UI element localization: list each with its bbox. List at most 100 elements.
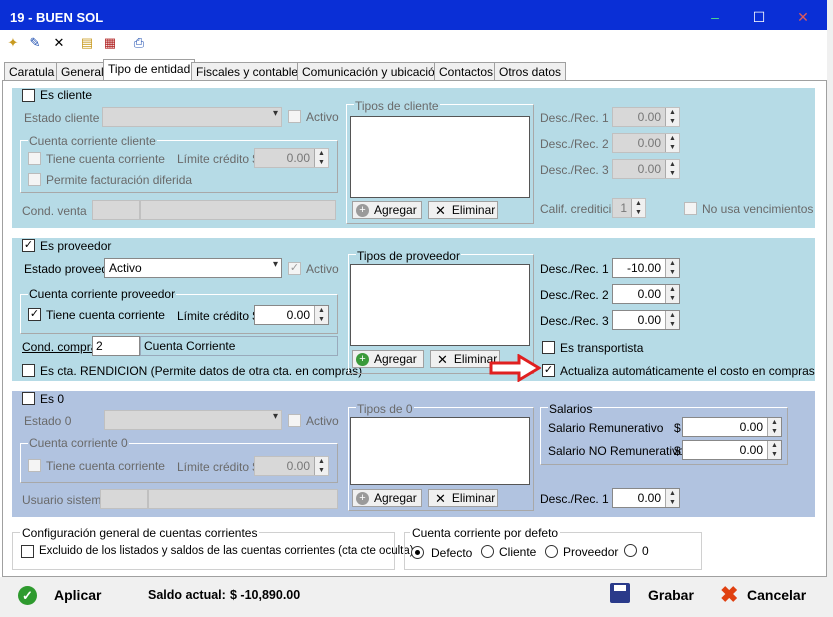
cond-compra-input[interactable]: 2	[92, 336, 140, 356]
proveedor-desc1-input[interactable]: -10.00 ▲ ▼	[612, 258, 680, 278]
new-icon[interactable]: ✦	[4, 34, 22, 52]
cliente-desc1-label: Desc./Rec. 1	[540, 111, 609, 125]
proveedor-limite-input[interactable]: 0.00 ▲ ▼	[254, 305, 329, 325]
proveedor-tiene-cc-label: Tiene cuenta corriente	[46, 308, 165, 322]
cliente-agregar-button[interactable]: + Agregar	[352, 201, 422, 219]
tab-fiscales[interactable]: Fiscales y contables	[191, 62, 310, 80]
tipos-proveedor-label: Tipos de proveedor	[356, 249, 461, 263]
cero-eliminar-button[interactable]: ✕ Eliminar	[428, 489, 498, 507]
cond-compra-link[interactable]: Cond. compra	[22, 340, 97, 354]
footer-bar	[0, 577, 827, 617]
toolbar: ✦ ✎ ✕ ▤ ▦ ⎙	[0, 30, 827, 56]
cliente-tiene-cc-checkbox[interactable]	[28, 152, 41, 165]
grabar-button[interactable]: Grabar	[648, 587, 694, 603]
cero-tiene-cc-checkbox[interactable]	[28, 459, 41, 472]
es-cero-checkbox[interactable]	[22, 392, 35, 405]
cero-cc-group-label: Cuenta corriente 0	[28, 436, 129, 450]
save-icon[interactable]	[610, 583, 630, 603]
permite-facturacion-label: Permite facturación diferida	[46, 173, 193, 187]
proveedor-desc1-label: Desc./Rec. 1	[540, 262, 609, 276]
minimize-button[interactable]: –	[700, 6, 730, 28]
cliente-desc2-label: Desc./Rec. 2	[540, 137, 609, 151]
cond-venta-input[interactable]	[92, 200, 140, 220]
calif-crediticia-input[interactable]: 1 ▲ ▼	[612, 198, 646, 218]
cond-venta-desc	[140, 200, 336, 220]
cero-desc1-label: Desc./Rec. 1	[540, 492, 609, 506]
estado-cero-label: Estado 0	[24, 414, 72, 428]
cero-desc1-input[interactable]: 0.00 ▲ ▼	[612, 488, 680, 508]
cancel-icon[interactable]: ✖	[720, 582, 738, 608]
tab-tipo-entidad[interactable]: Tipo de entidad	[103, 59, 196, 81]
maximize-button[interactable]: ☐	[744, 6, 774, 28]
radio-cero[interactable]	[624, 544, 637, 557]
tipos-cero-list[interactable]	[350, 417, 530, 485]
print-preview-icon[interactable]: ⎙	[130, 34, 148, 52]
proveedor-limite-label: Límite crédito $	[177, 309, 260, 323]
edit-icon[interactable]: ✎	[26, 34, 44, 52]
cliente-desc1-input[interactable]: 0.00 ▲ ▼	[612, 107, 680, 127]
salario-rem-input[interactable]: 0.00 ▲ ▼	[682, 417, 782, 437]
proveedor-tiene-cc-checkbox[interactable]: ✓	[28, 308, 41, 321]
tab-comunicacion[interactable]: Comunicación y ubicación	[297, 62, 447, 80]
es-cliente-checkbox[interactable]	[22, 89, 35, 102]
salario-rem-currency: $	[674, 421, 681, 435]
estado-cero-select[interactable]: ▾	[104, 410, 282, 430]
tab-otros-datos[interactable]: Otros datos	[494, 62, 567, 80]
tab-caratula[interactable]: Caratula	[4, 62, 60, 80]
salario-norem-label: Salario NO Remunerativo	[548, 444, 685, 458]
cancelar-button[interactable]: Cancelar	[747, 587, 806, 603]
es-proveedor-label: Es proveedor	[40, 239, 112, 253]
red-arrow-icon	[489, 354, 541, 382]
report-icon[interactable]: ▦	[101, 34, 119, 52]
es-rendicion-checkbox[interactable]	[22, 364, 35, 377]
salario-norem-currency: $	[674, 444, 681, 458]
tipos-proveedor-list[interactable]	[350, 264, 530, 346]
salarios-label: Salarios	[548, 402, 594, 416]
salario-norem-input[interactable]: 0.00 ▲ ▼	[682, 440, 782, 460]
usuario-sistema-desc	[148, 489, 338, 509]
cliente-activo-label: Activo	[306, 110, 339, 124]
cliente-tiene-cc-label: Tiene cuenta corriente	[46, 152, 165, 166]
proveedor-desc3-input[interactable]: 0.00 ▲ ▼	[612, 310, 680, 330]
es-transportista-checkbox[interactable]	[542, 341, 555, 354]
excluido-checkbox[interactable]	[21, 545, 34, 558]
check-icon[interactable]: ✓	[18, 586, 37, 605]
proveedor-agregar-button[interactable]: + Agregar	[352, 350, 424, 368]
cliente-desc3-input[interactable]: 0.00 ▲ ▼	[612, 159, 680, 179]
es-rendicion-label: Es cta. RENDICION (Permite datos de otra…	[40, 364, 363, 378]
proveedor-cc-group-label: Cuenta corriente proveedor	[28, 287, 177, 301]
config-group-label: Configuración general de cuentas corrien…	[20, 526, 260, 540]
aplicar-button[interactable]: Aplicar	[54, 587, 101, 603]
proveedor-desc2-input[interactable]: 0.00 ▲ ▼	[612, 284, 680, 304]
cero-limite-input[interactable]: 0.00 ▲ ▼	[254, 456, 329, 476]
proveedor-desc2-label: Desc./Rec. 2	[540, 288, 609, 302]
actualiza-costo-checkbox[interactable]: ✓	[542, 364, 555, 377]
cliente-eliminar-button[interactable]: ✕ Eliminar	[428, 201, 498, 219]
no-usa-venc-checkbox[interactable]	[684, 202, 697, 215]
usuario-sistema-input[interactable]	[100, 489, 148, 509]
cero-activo-checkbox[interactable]	[288, 414, 301, 427]
radio-proveedor[interactable]	[545, 545, 558, 558]
cero-agregar-button[interactable]: + Agregar	[352, 489, 422, 507]
permite-facturacion-checkbox[interactable]	[28, 173, 41, 186]
open-icon[interactable]: ▤	[78, 34, 96, 52]
excluido-label: Excluido de los listados y saldos de las…	[39, 545, 414, 557]
proveedor-activo-checkbox[interactable]: ✓	[288, 262, 301, 275]
radio-defecto[interactable]	[411, 546, 424, 559]
cc-defecto-label: Cuenta corriente por defeto	[410, 526, 561, 540]
estado-cliente-select[interactable]: ▾	[102, 107, 282, 127]
close-button[interactable]: ✕	[788, 6, 818, 28]
cliente-desc2-input[interactable]: 0.00 ▲ ▼	[612, 133, 680, 153]
cliente-limite-input[interactable]: 0.00 ▲ ▼	[254, 148, 329, 168]
tipos-cliente-list[interactable]	[350, 116, 530, 198]
delete-icon[interactable]: ✕	[50, 34, 68, 52]
cero-limite-label: Límite crédito $	[177, 460, 260, 474]
cero-tiene-cc-label: Tiene cuenta corriente	[46, 459, 165, 473]
radio-defecto-label: Defecto	[431, 546, 473, 560]
estado-proveedor-select[interactable]: Activo ▾	[104, 258, 282, 278]
cliente-activo-checkbox[interactable]	[288, 110, 301, 123]
tab-contactos[interactable]: Contactos	[434, 62, 499, 80]
radio-cliente[interactable]	[481, 545, 494, 558]
tab-general[interactable]: General	[56, 62, 109, 80]
es-proveedor-checkbox[interactable]: ✓	[22, 239, 35, 252]
